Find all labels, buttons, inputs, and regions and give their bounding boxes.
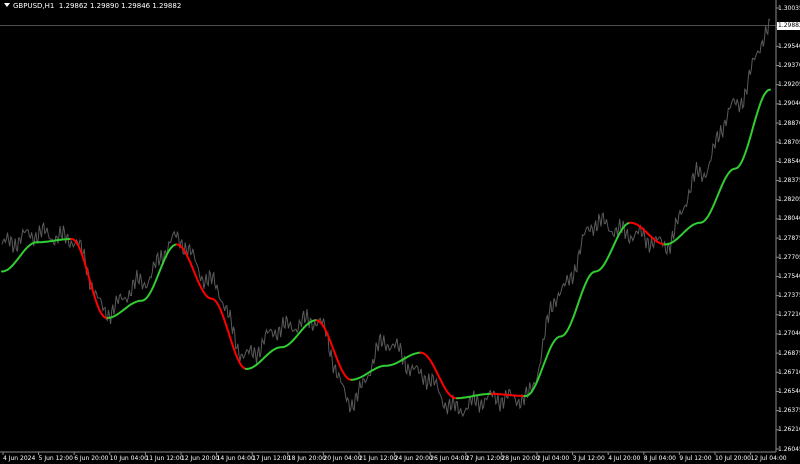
time-tick-label: 6 Jun 20:00 [74, 455, 109, 462]
price-tick-label: 1.28040 [778, 215, 800, 223]
time-tick-label: 28 Jun 20:00 [501, 455, 540, 462]
time-tick-label: 3 Jul 12:00 [572, 455, 605, 462]
time-tick-label: 14 Jun 04:00 [216, 455, 255, 462]
price-tick-label: 1.26710 [778, 368, 800, 376]
time-tick-label: 20 Jun 04:00 [323, 455, 362, 462]
price-tick-label: 1.29040 [778, 100, 800, 108]
price-tick-label: 1.27210 [778, 311, 800, 319]
time-tick-label: 24 Jun 20:00 [394, 455, 433, 462]
current-price-tag: 1.29882 [777, 22, 800, 30]
time-tick-label: 26 Jun 04:00 [430, 455, 469, 462]
time-tick-label: 4 Jul 20:00 [608, 455, 641, 462]
symbol-label: GBPUSD,H1 [13, 2, 55, 10]
time-tick-label: 5 Jun 12:00 [38, 455, 73, 462]
price-tick-label: 1.27375 [778, 292, 800, 300]
chart-window[interactable]: GBPUSD,H1 1.29862 1.29890 1.29846 1.2988… [0, 0, 800, 464]
price-tick-label: 1.27875 [778, 234, 800, 242]
time-tick-label: 10 Jul 20:00 [715, 455, 751, 462]
time-tick-label: 27 Jun 12:00 [465, 455, 504, 462]
price-tick-label: 1.26540 [778, 387, 800, 395]
time-tick-label: 4 Jun 2024 [3, 455, 36, 462]
price-tick-label: 1.30035 [778, 4, 800, 12]
time-tick-label: 9 Jul 12:00 [679, 455, 712, 462]
plot-area[interactable] [0, 0, 800, 464]
price-tick-label: 1.29370 [778, 62, 800, 70]
price-tick-label: 1.26875 [778, 349, 800, 357]
time-tick-label: 11 Jun 12:00 [145, 455, 184, 462]
price-tick-label: 1.26045 [778, 445, 800, 453]
price-tick-label: 1.26210 [778, 426, 800, 434]
chart-header: GBPUSD,H1 1.29862 1.29890 1.29846 1.2988… [4, 2, 181, 10]
price-tick-label: 1.28705 [778, 138, 800, 146]
price-tick-label: 1.26375 [778, 407, 800, 415]
price-tick-label: 1.29205 [778, 81, 800, 89]
time-tick-label: 12 Jul 04:00 [750, 455, 787, 462]
price-tick-label: 1.28540 [778, 157, 800, 165]
time-tick-label: 2 Jul 04:00 [537, 455, 570, 462]
collapse-triangle-icon[interactable] [4, 3, 10, 7]
time-tick-label: 10 Jun 04:00 [109, 455, 148, 462]
time-tick-label: 17 Jun 12:00 [252, 455, 291, 462]
price-tick-label: 1.28870 [778, 119, 800, 127]
time-tick-label: 8 Jul 04:00 [643, 455, 676, 462]
price-tick-label: 1.28375 [778, 177, 800, 185]
price-tick-label: 1.27705 [778, 253, 800, 261]
time-tick-label: 18 Jun 20:00 [287, 455, 326, 462]
price-tick-label: 1.27540 [778, 272, 800, 280]
price-tick-label: 1.27040 [778, 330, 800, 338]
price-tick-label: 1.28205 [778, 196, 800, 204]
time-tick-label: 12 Jun 20:00 [181, 455, 220, 462]
time-tick-label: 21 Jun 12:00 [359, 455, 398, 462]
ohlc-values: 1.29862 1.29890 1.29846 1.29882 [58, 2, 182, 10]
price-tick-label: 1.29540 [778, 42, 800, 50]
